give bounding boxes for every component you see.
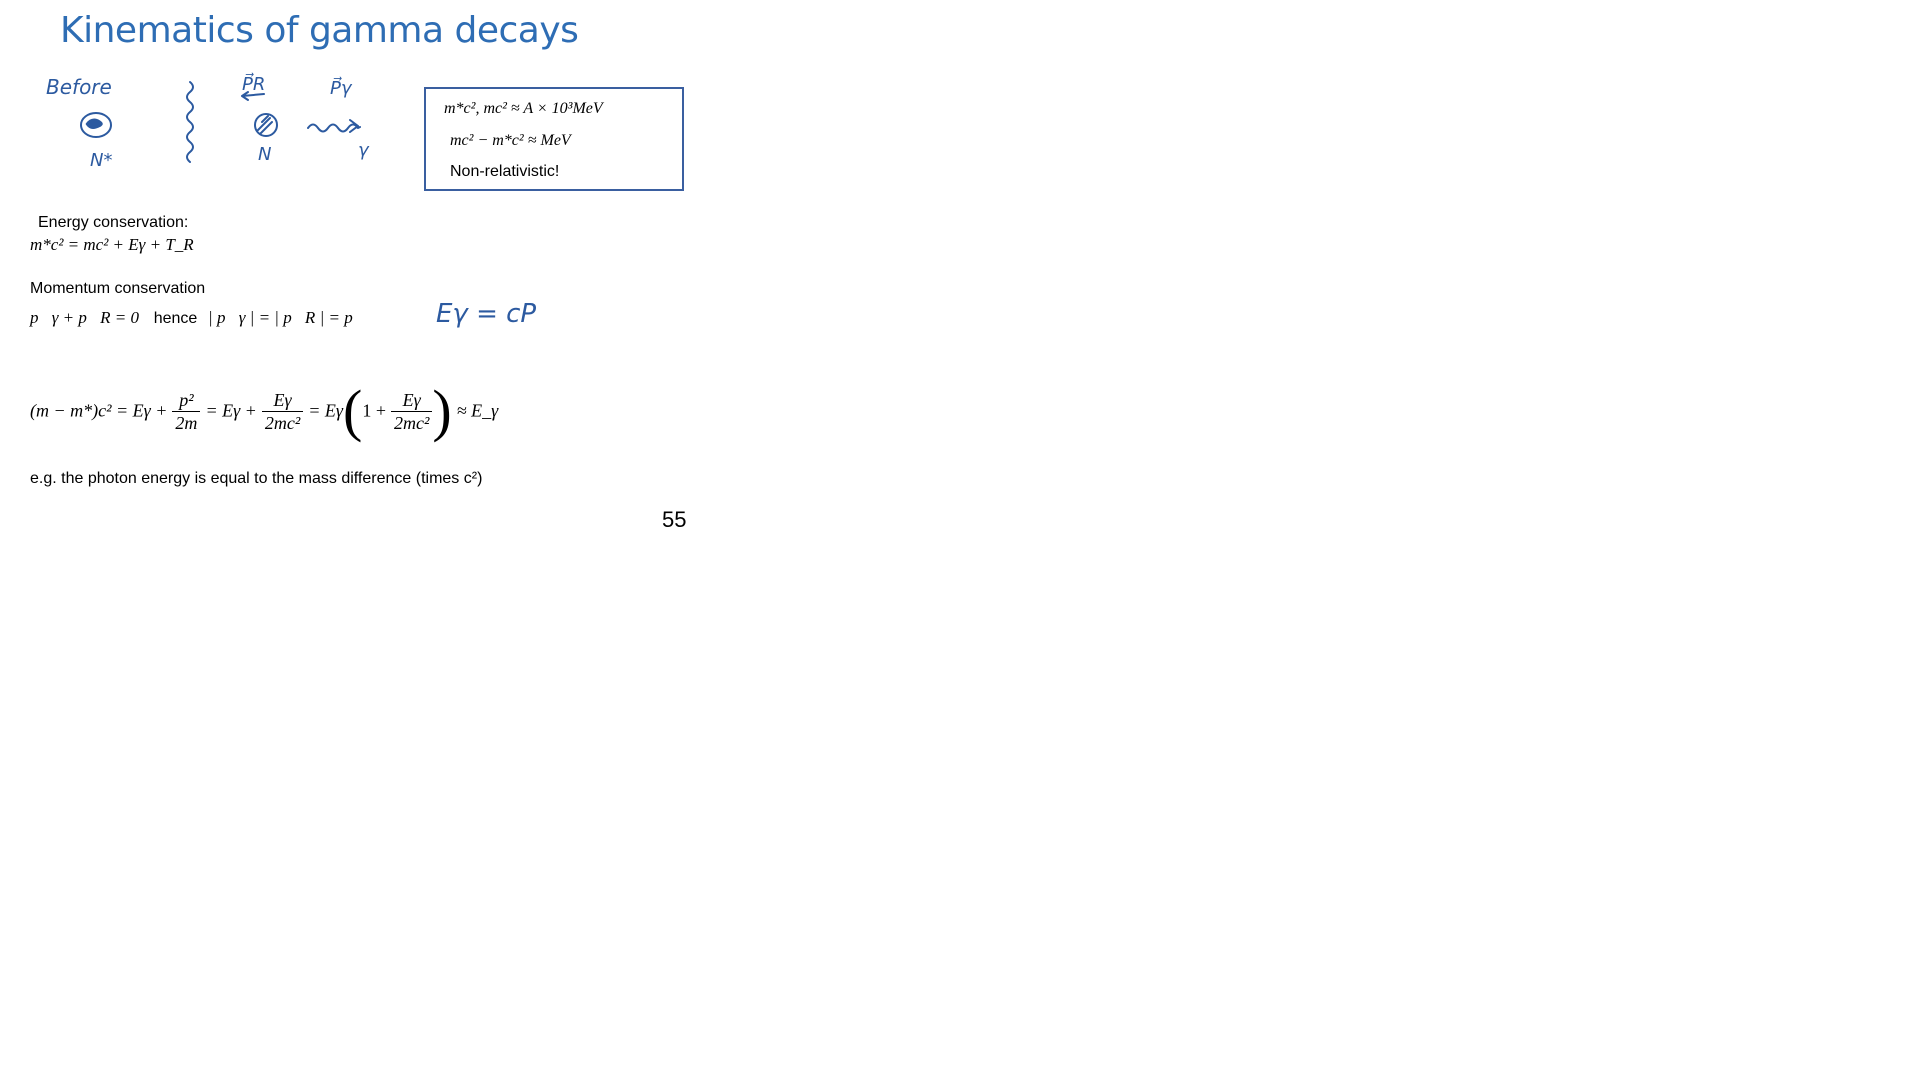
box-line-mass-scale: m*c², mc² ≈ A × 10³MeV	[444, 100, 603, 117]
main-eq-rhs: ≈ E_γ	[456, 400, 499, 421]
right-paren: )	[432, 378, 452, 443]
energy-heading: Energy conservation:	[38, 214, 189, 231]
left-paren: (	[342, 378, 363, 443]
fraction-numerator: p²	[172, 389, 201, 412]
gamma-label: γ	[358, 140, 370, 161]
nucleus-excited-label: N*	[90, 150, 112, 171]
fraction-egamma-over-2mc2: Eγ 2mc²	[261, 389, 304, 434]
fraction-egamma-over-2mc2-inner: Eγ 2mc²	[390, 389, 433, 434]
main-eq-mid2: = Eγ	[308, 400, 343, 421]
fraction-denominator: 2m	[175, 412, 198, 433]
ground-nucleus-icon	[254, 113, 278, 137]
box-line-nonrelativistic: Non-relativistic!	[450, 163, 560, 180]
main-eq-lhs: (m − m*)c² = Eγ +	[30, 400, 168, 421]
before-label: Before	[46, 75, 112, 99]
main-equation: (m − m*)c² = Eγ + p² 2m = Eγ + Eγ 2mc² =…	[30, 382, 498, 440]
momentum-hence: hence	[153, 310, 198, 327]
paren-inner: 1 +	[362, 400, 386, 421]
momentum-equation: p⃗γ + p⃗R = 0 hence | p⃗γ | = | p⃗R | = …	[30, 308, 353, 328]
momentum-eq-part2: | p⃗γ | = | p⃗R | = p	[208, 308, 353, 327]
slide-title: Kinematics of gamma decays	[60, 10, 579, 51]
energy-equation: m*c² = mc² + Eγ + T_R	[30, 235, 194, 254]
fraction-numerator: Eγ	[261, 389, 304, 412]
box-line-mass-difference: mc² − m*c² ≈ MeV	[450, 132, 571, 149]
conclusion-text: e.g. the photon energy is equal to the m…	[30, 470, 483, 487]
handwritten-relation: Eγ = cP	[436, 299, 536, 329]
main-eq-mid: = Eγ +	[205, 400, 257, 421]
info-box: m*c², mc² ≈ A × 10³MeV mc² − m*c² ≈ MeV …	[424, 87, 684, 191]
recoil-momentum-label: P⃗R	[242, 73, 265, 95]
nucleus-label: N	[258, 144, 271, 165]
momentum-eq-part1: p⃗γ + p⃗R = 0	[30, 308, 139, 327]
separator-wavy-line	[186, 81, 194, 163]
fraction-denominator: 2mc²	[264, 412, 301, 433]
handwritten-relation-text: Eγ = cP	[436, 299, 536, 329]
fraction-p2-over-2m: p² 2m	[172, 389, 201, 434]
fraction-denominator: 2mc²	[393, 412, 430, 433]
momentum-heading: Momentum conservation	[30, 280, 206, 297]
fraction-numerator: Eγ	[390, 389, 433, 412]
photon-wave-arrow-icon	[307, 119, 361, 133]
excited-nucleus-icon	[80, 112, 112, 138]
page-number: 55	[662, 507, 687, 532]
decay-sketch: Before N* P⃗R N P⃗γ γ	[46, 73, 370, 171]
photon-momentum-label: P⃗γ	[330, 77, 353, 99]
